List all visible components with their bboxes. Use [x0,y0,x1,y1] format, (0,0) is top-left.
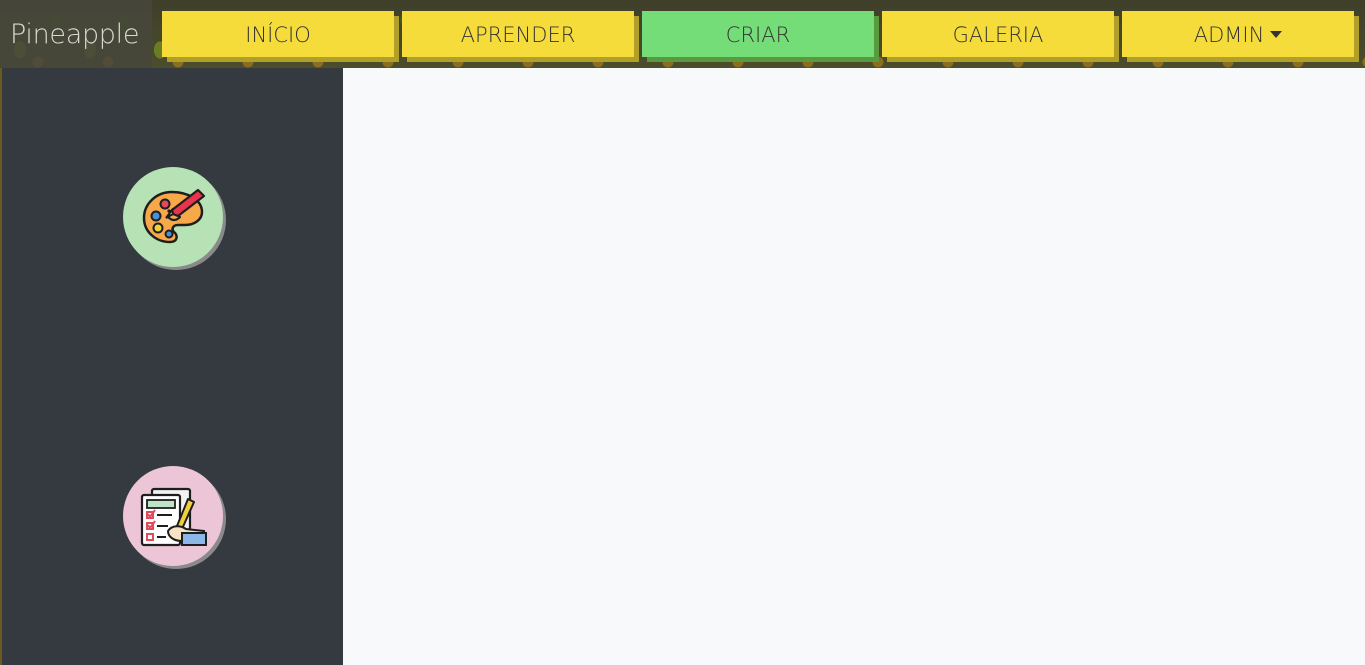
nav-item-admin[interactable]: ADMIN [1122,11,1354,57]
top-navbar: Pineapple INÍCIO APRENDER CRIAR GALERIA … [0,0,1365,68]
nav-item-admin-label: ADMIN [1193,23,1265,47]
caret-down-icon [1270,30,1283,38]
paint-palette-icon [142,188,206,244]
nav-item-criar[interactable]: CRIAR [642,11,874,57]
tasks-button[interactable] [123,466,223,566]
sidebar [0,68,343,665]
main-content-area [343,68,1365,665]
nav-item-aprender[interactable]: APRENDER [402,11,634,57]
nav-item-inicio[interactable]: INÍCIO [162,11,394,57]
checklist-icon [140,487,207,547]
create-art-button[interactable] [123,167,223,267]
brand-logo[interactable]: Pineapple [0,0,152,68]
nav-item-galeria[interactable]: GALERIA [882,11,1114,57]
